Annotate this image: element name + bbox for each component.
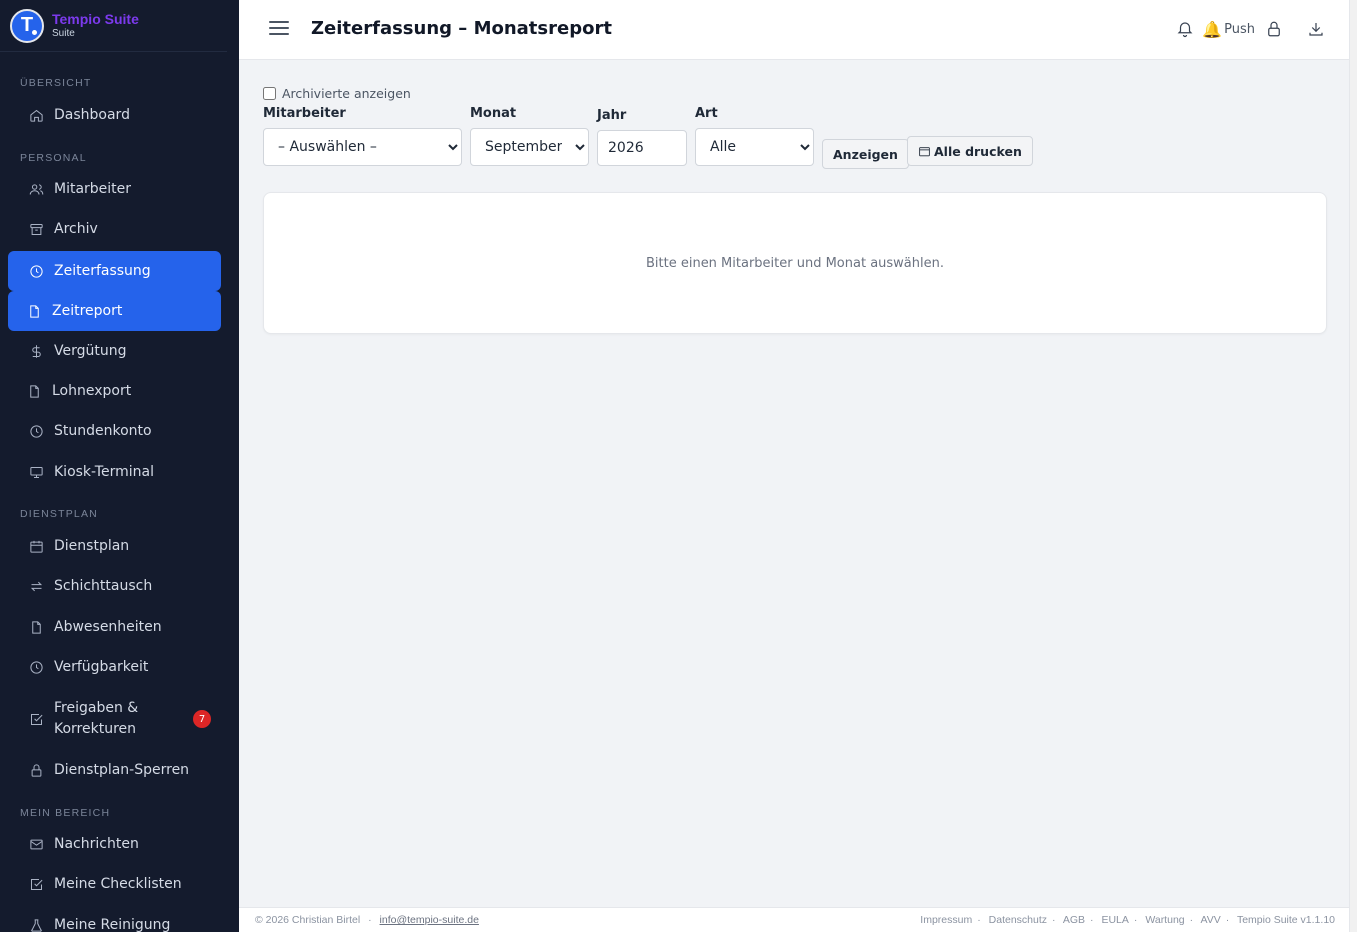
notification-badge: 7 <box>193 710 211 728</box>
clock-icon <box>28 659 44 675</box>
month-field: Monat September <box>470 106 589 166</box>
footer-link-datenschutz[interactable]: Datenschutz <box>989 914 1047 926</box>
footer-link-agb[interactable]: AGB <box>1063 914 1085 926</box>
page-title: Zeiterfassung – Monatsreport <box>311 18 612 39</box>
copyright: © 2026 Christian Birtel <box>255 914 361 926</box>
archive-icon <box>28 221 44 237</box>
year-label: Jahr <box>597 108 627 123</box>
sidebar-item-archiv[interactable]: Archiv <box>8 209 221 249</box>
sidebar-item-schichttausch[interactable]: Schichttausch <box>8 566 221 606</box>
report-card: Bitte einen Mitarbeiter und Monat auswäh… <box>263 192 1327 334</box>
sidebar-item-lohnexport[interactable]: Lohnexport <box>8 371 221 411</box>
footer-link-wartung[interactable]: Wartung <box>1145 914 1184 926</box>
archived-checkbox[interactable] <box>263 87 276 100</box>
sidebar-item-zeitreport[interactable]: Zeitreport <box>8 291 221 331</box>
section-label-dienstplan: DIENSTPLAN <box>20 508 98 520</box>
dollar-icon <box>28 343 44 359</box>
swap-icon <box>28 578 44 594</box>
section-label-mein-bereich: MEIN BEREICH <box>20 807 111 819</box>
empty-message: Bitte einen Mitarbeiter und Monat auswäh… <box>645 255 944 271</box>
show-button[interactable]: Anzeigen <box>822 139 909 169</box>
calendar-icon <box>28 538 44 554</box>
monitor-icon <box>28 464 44 480</box>
month-select[interactable]: September <box>470 128 589 166</box>
sidebar-item-freigaben[interactable]: Freigaben & Korrekturen 7 <box>8 695 221 743</box>
sidebar-item-verguetung[interactable]: Vergütung <box>8 331 221 371</box>
scrollbar[interactable] <box>1349 0 1357 932</box>
users-icon <box>28 181 44 197</box>
top-header: Zeiterfassung – Monatsreport 🔔 Push <box>239 0 1357 60</box>
year-input[interactable] <box>597 130 687 166</box>
sidebar-item-abwesenheiten[interactable]: Abwesenheiten <box>8 607 221 647</box>
home-icon <box>28 107 44 123</box>
employee-label: Mitarbeiter <box>263 106 346 121</box>
sidebar-item-nachrichten[interactable]: Nachrichten <box>8 824 221 864</box>
footer-link-avv[interactable]: AVV <box>1200 914 1220 926</box>
app-version: Tempio Suite v1.1.10 <box>1236 914 1335 926</box>
brand-sub: Suite <box>52 27 75 39</box>
flask-icon <box>28 917 44 932</box>
main-content: Archivierte anzeigen Mitarbeiter – Auswä… <box>239 60 1357 907</box>
type-select[interactable]: Alle <box>695 128 814 166</box>
type-label: Art <box>695 106 718 121</box>
clock-icon <box>28 423 44 439</box>
employee-field: Mitarbeiter – Auswählen – <box>263 106 462 166</box>
brand-name: Tempio Suite <box>52 11 139 28</box>
sidebar-item-stundenkonto[interactable]: Stundenkonto <box>8 411 221 451</box>
file-icon <box>26 383 42 399</box>
footer-link-eula[interactable]: EULA <box>1101 914 1128 926</box>
footer: © 2026 Christian Birtel · info@tempio-su… <box>239 907 1349 932</box>
file-icon <box>26 303 42 319</box>
brand[interactable]: T Tempio Suite Suite <box>0 0 227 52</box>
window-icon <box>919 146 930 156</box>
push-toggle[interactable]: 🔔 Push <box>1202 20 1255 39</box>
menu-toggle-icon[interactable] <box>269 21 289 39</box>
sidebar-item-verfuegbarkeit[interactable]: Verfügbarkeit <box>8 647 221 687</box>
section-label-overview: ÜBERSICHT <box>20 77 92 89</box>
sidebar: T Tempio Suite Suite ÜBERSICHT Dashboard… <box>0 0 239 932</box>
push-bell-icon: 🔔 <box>1202 19 1223 39</box>
year-field: Jahr <box>597 108 687 166</box>
file-icon <box>28 619 44 635</box>
type-field: Art Alle <box>695 106 814 166</box>
section-label-personal: PERSONAL <box>20 152 87 164</box>
email-link[interactable]: info@tempio-suite.de <box>380 914 479 926</box>
sidebar-item-zeiterfassung[interactable]: Zeiterfassung <box>8 251 221 291</box>
month-label: Monat <box>470 106 517 121</box>
lock-icon <box>28 762 44 778</box>
print-all-button[interactable]: Alle drucken <box>907 136 1033 166</box>
brand-logo: T <box>10 8 44 43</box>
clock-icon <box>28 263 44 279</box>
mail-icon <box>28 836 44 852</box>
sidebar-item-kiosk-terminal[interactable]: Kiosk-Terminal <box>8 452 221 492</box>
sidebar-item-dienstplan-sperren[interactable]: Dienstplan-Sperren <box>8 750 221 790</box>
sidebar-item-meine-reinigung[interactable]: Meine Reinigung <box>8 905 221 932</box>
sidebar-item-meine-checklisten[interactable]: Meine Checklisten <box>8 864 221 904</box>
sidebar-item-mitarbeiter[interactable]: Mitarbeiter <box>8 169 221 209</box>
download-icon[interactable] <box>1305 18 1327 40</box>
sidebar-item-dienstplan[interactable]: Dienstplan <box>8 526 221 566</box>
bell-icon[interactable] <box>1174 18 1196 40</box>
employee-select[interactable]: – Auswählen – <box>263 128 462 166</box>
sidebar-item-dashboard[interactable]: Dashboard <box>8 95 221 135</box>
check-square-icon <box>28 876 44 892</box>
check-square-icon <box>28 711 44 727</box>
lock-icon[interactable] <box>1263 18 1285 40</box>
archived-toggle[interactable]: Archivierte anzeigen <box>263 86 411 101</box>
footer-link-impressum[interactable]: Impressum <box>920 914 972 926</box>
